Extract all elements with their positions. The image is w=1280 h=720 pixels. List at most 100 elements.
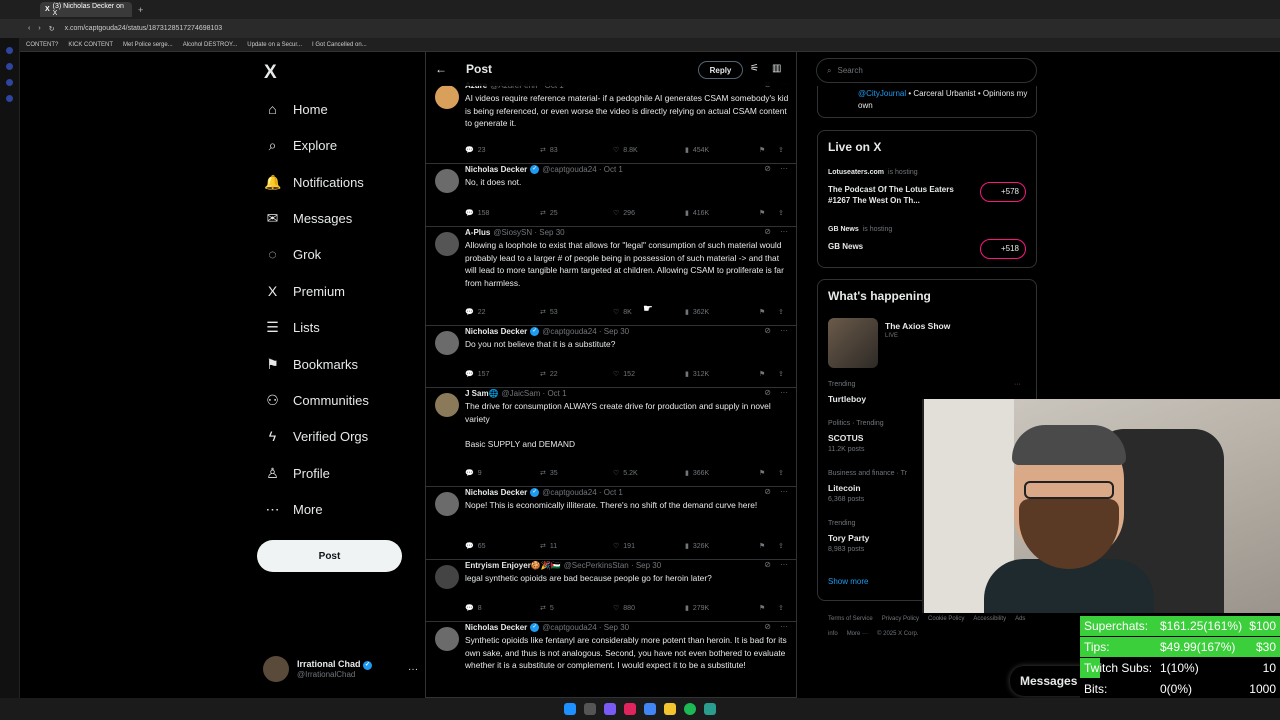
repost-count-button[interactable]: ⇄ 25 xyxy=(540,209,558,218)
avatar[interactable] xyxy=(435,565,459,589)
repost-count-button[interactable]: ⇄ 53 xyxy=(540,308,558,317)
views-count-button[interactable]: ▮ 366K xyxy=(685,469,709,478)
browser-tab[interactable]: X (3) Nicholas Decker on X xyxy=(40,2,132,17)
nav-item-bookmarks[interactable]: ⚑ Bookmarks xyxy=(264,354,358,374)
app-icon[interactable] xyxy=(704,703,716,715)
nav-item-more[interactable]: ⋯ More xyxy=(264,499,323,519)
tweet-date[interactable]: Sep 30 xyxy=(604,327,629,336)
grok-explain-icon[interactable]: ⊘ xyxy=(764,622,771,631)
footer-link[interactable]: More ··· xyxy=(847,631,868,637)
repost-count-button[interactable]: ⇄ 5 xyxy=(540,604,554,613)
avatar[interactable] xyxy=(435,627,459,651)
tweet[interactable]: Nicholas Decker ✓ @captgouda24 · Oct 1 Nope… xyxy=(426,487,796,560)
rail-icon[interactable] xyxy=(6,79,13,86)
nav-item-messages[interactable]: ✉ Messages xyxy=(264,208,353,228)
repost-count-button[interactable]: ⇄ 22 xyxy=(540,370,558,379)
nav-item-home[interactable]: ⌂ Home xyxy=(264,99,327,119)
author-name[interactable]: Entryism Enjoyer🍪🎉🇵🇸 xyxy=(465,561,561,570)
views-count-button[interactable]: ▮ 362K xyxy=(685,308,709,317)
author-name[interactable]: Nicholas Decker xyxy=(465,165,527,174)
author-handle[interactable]: @captgouda24 xyxy=(542,488,596,497)
tweet-date[interactable]: Oct 1 xyxy=(604,165,623,174)
grok-explain-icon[interactable]: ⊘ xyxy=(764,227,771,236)
nav-item-notifications[interactable]: 🔔 Notifications xyxy=(264,172,364,192)
discord-icon[interactable] xyxy=(604,703,616,715)
avatar[interactable] xyxy=(435,492,459,516)
nav-item-communities[interactable]: ⚇ Communities xyxy=(264,390,369,410)
like-count-button[interactable]: ♡ 296 xyxy=(613,209,635,218)
bookmark-icon[interactable]: ⚑ xyxy=(759,604,765,612)
views-count-button[interactable]: ▮ 416K xyxy=(685,209,709,218)
like-count-button[interactable]: ♡ 191 xyxy=(613,542,635,551)
more-options-icon[interactable]: ··· xyxy=(780,164,788,173)
repost-count-button[interactable]: ⇄ 83 xyxy=(540,146,558,155)
tweet[interactable]: Azure@AzureFenn · Oct 1AI videos require… xyxy=(426,80,796,164)
live-host[interactable]: GB News is hosting xyxy=(828,226,892,233)
live-title-link[interactable]: GB News xyxy=(828,241,973,252)
author-name[interactable]: J Sam🌐 xyxy=(465,389,499,398)
reader-view-icon[interactable]: ▥ xyxy=(772,63,781,74)
sliders-icon[interactable]: ⚟ xyxy=(750,63,759,74)
post-button[interactable]: Post xyxy=(257,540,402,572)
more-options-icon[interactable]: ··· xyxy=(780,560,788,569)
browser-taskbar-icon[interactable] xyxy=(624,703,636,715)
nav-item-profile[interactable]: ♙ Profile xyxy=(264,463,330,483)
reply-button[interactable]: Reply xyxy=(698,61,743,79)
back-nav-icon[interactable]: ‹ xyxy=(28,25,30,32)
reply-count-button[interactable]: 💬 158 xyxy=(465,209,489,218)
trend-name[interactable]: Tory Party xyxy=(828,533,869,543)
views-count-button[interactable]: ▮ 454K xyxy=(685,146,709,155)
author-handle[interactable]: @SiosySN xyxy=(493,228,532,237)
reply-count-button[interactable]: 💬 23 xyxy=(465,146,486,155)
live-count-badge[interactable]: +578 xyxy=(980,182,1026,202)
share-icon[interactable]: ⇪ xyxy=(778,146,784,154)
nav-item-grok[interactable]: ◌ Grok xyxy=(264,244,321,264)
avatar[interactable] xyxy=(435,331,459,355)
spotify-icon[interactable] xyxy=(684,703,696,715)
bookmark-item[interactable]: Met Police serge... xyxy=(123,42,173,48)
reply-count-button[interactable]: 💬 157 xyxy=(465,370,489,379)
views-count-button[interactable]: ▮ 326K xyxy=(685,542,709,551)
like-count-button[interactable]: ♡ 8K xyxy=(613,308,632,317)
show-more-link[interactable]: Show more xyxy=(828,577,868,586)
repost-count-button[interactable]: ⇄ 11 xyxy=(540,542,557,551)
footer-link[interactable]: Cookie Policy xyxy=(928,616,964,622)
grok-explain-icon[interactable]: ⊘ xyxy=(764,560,771,569)
tweet-date[interactable]: Oct 1 xyxy=(604,488,623,497)
live-count-badge[interactable]: +518 xyxy=(980,239,1026,259)
reply-count-button[interactable]: 💬 65 xyxy=(465,542,486,551)
author-handle[interactable]: @captgouda24 xyxy=(542,623,596,632)
repost-count-button[interactable]: ⇄ 35 xyxy=(540,469,558,478)
rail-icon[interactable] xyxy=(6,47,13,54)
more-options-icon[interactable]: ··· xyxy=(780,487,788,496)
nav-item-verified-orgs[interactable]: ϟ Verified Orgs xyxy=(264,426,368,446)
bookmark-icon[interactable]: ⚑ xyxy=(759,209,765,217)
author-name[interactable]: A-Plus xyxy=(465,228,490,237)
trend-more-icon[interactable]: ··· xyxy=(1014,381,1021,388)
like-count-button[interactable]: ♡ 880 xyxy=(613,604,635,613)
tweet-date[interactable]: Sep 30 xyxy=(604,623,629,632)
taskbar-search-icon[interactable] xyxy=(584,703,596,715)
more-options-icon[interactable]: ··· xyxy=(780,326,788,335)
live-host[interactable]: Lotuseaters.com is hosting xyxy=(828,169,918,176)
avatar[interactable] xyxy=(435,169,459,193)
author-name[interactable]: Nicholas Decker xyxy=(465,488,527,497)
bookmark-icon[interactable]: ⚑ xyxy=(759,370,765,378)
bookmark-icon[interactable]: ⚑ xyxy=(759,146,765,154)
tweet[interactable]: Nicholas Decker ✓ @captgouda24 · Oct 1 No, … xyxy=(426,164,796,227)
chrome-icon[interactable] xyxy=(644,703,656,715)
nav-item-premium[interactable]: X Premium xyxy=(264,281,345,301)
bookmark-icon[interactable]: ⚑ xyxy=(759,542,765,550)
bookmark-item[interactable]: CONTENT? xyxy=(26,42,58,48)
tweet[interactable]: Entryism Enjoyer🍪🎉🇵🇸 @SecPerkinsStan · Se… xyxy=(426,560,796,622)
grok-explain-icon[interactable]: ⊘ xyxy=(764,326,771,335)
live-title-link[interactable]: The Podcast Of The Lotus Eaters #1267 Th… xyxy=(828,184,973,206)
avatar[interactable] xyxy=(435,393,459,417)
avatar[interactable] xyxy=(435,232,459,256)
trend-name[interactable]: Litecoin xyxy=(828,483,861,493)
share-icon[interactable]: ⇪ xyxy=(778,370,784,378)
footer-link[interactable]: Terms of Service xyxy=(828,616,873,622)
bookmark-item[interactable]: I Got Cancelled on... xyxy=(312,42,367,48)
bookmark-icon[interactable]: ⚑ xyxy=(759,308,765,316)
author-name[interactable]: Nicholas Decker xyxy=(465,327,527,336)
